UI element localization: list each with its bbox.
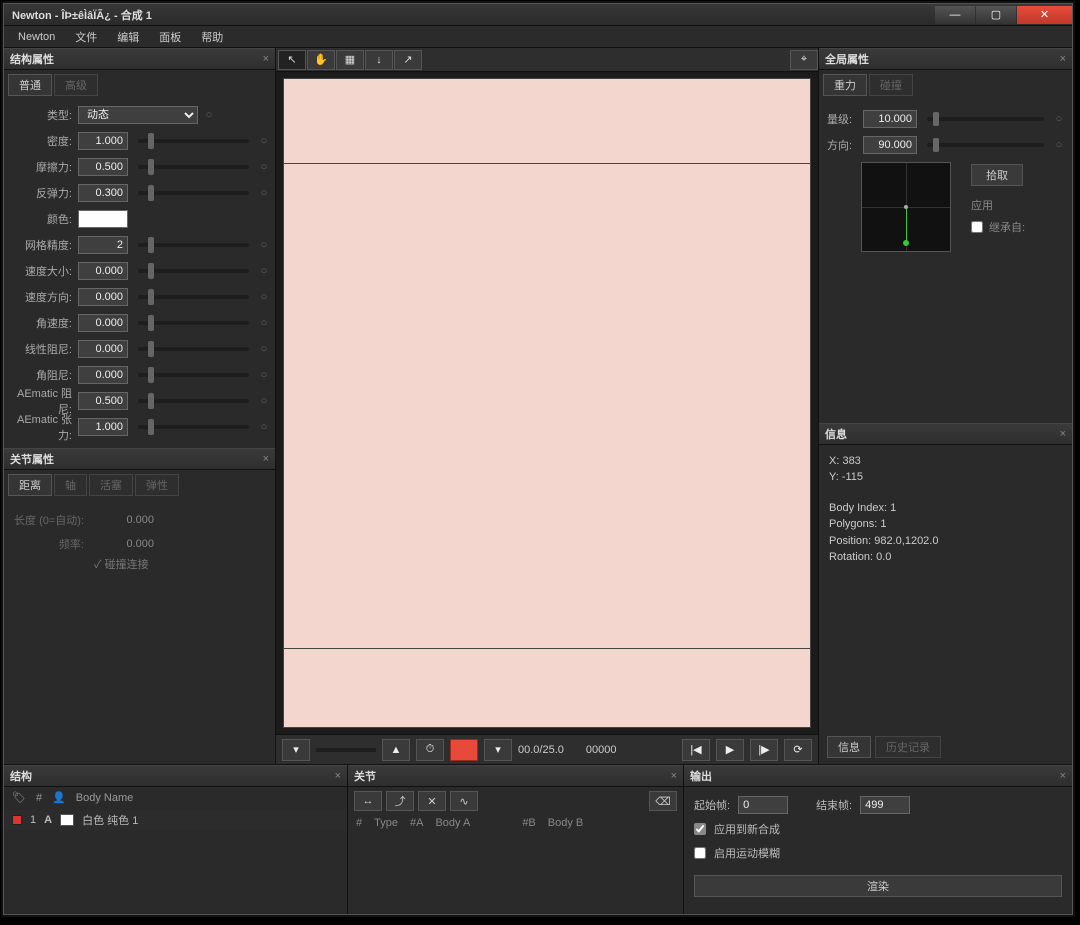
density-slider[interactable] [138, 139, 249, 143]
color-swatch[interactable] [78, 210, 128, 228]
close-icon[interactable]: × [263, 453, 269, 465]
menu-newton[interactable]: Newton [10, 29, 63, 45]
tab-collision[interactable]: 碰撞 [869, 74, 913, 96]
inherit-checkbox[interactable] [971, 221, 983, 233]
zoom-menu-icon[interactable]: ▾ [282, 739, 310, 761]
end-frame-input[interactable]: 499 [860, 796, 910, 814]
grid-tool-icon[interactable]: ▦ [336, 50, 364, 70]
tag-icon[interactable]: 🏷 [12, 791, 26, 804]
go-start-button[interactable]: |◀ [682, 739, 710, 761]
apply-new-comp-checkbox[interactable] [694, 823, 706, 835]
timeline-bar: ▾ ▲ ⏱ ▾ 00.0/25.0 00000 |◀ ▶ |▶ ⟳ [276, 734, 818, 764]
menu-panel[interactable]: 面板 [151, 27, 189, 47]
pick-button[interactable]: 拾取 [971, 164, 1023, 186]
delete-joint-icon[interactable]: ⌫ [649, 791, 677, 811]
check-icon: ✓ [94, 559, 102, 571]
close-icon[interactable]: × [335, 770, 341, 782]
friction-input[interactable]: 0.500 [78, 158, 128, 176]
body-color-swatch [12, 815, 22, 825]
menu-bar: Newton 文件 编辑 面板 帮助 [4, 26, 1072, 48]
tab-basic[interactable]: 普通 [8, 74, 52, 96]
close-icon[interactable]: × [1060, 428, 1066, 440]
mesh-slider[interactable] [138, 243, 249, 247]
close-button[interactable]: ✕ [1017, 6, 1072, 24]
close-icon[interactable]: × [1060, 770, 1066, 782]
direction-slider[interactable] [927, 143, 1044, 147]
body-row[interactable]: 1 A 白色 纯色 1 [4, 810, 347, 830]
friction-slider[interactable] [138, 165, 249, 169]
hand-tool-icon[interactable]: ✋ [307, 50, 335, 70]
viewport-toolbar: ↖ ✋ ▦ ↓ ↗ ⌖ [276, 48, 818, 72]
joint-pivot-icon[interactable]: ⤴ [386, 791, 414, 811]
close-icon[interactable]: × [1060, 53, 1066, 65]
close-icon[interactable]: × [671, 770, 677, 782]
play-button[interactable]: ▶ [716, 739, 744, 761]
keyframe-icon[interactable]: ○ [204, 109, 214, 121]
info-header: 信息 × [819, 423, 1072, 445]
menu-file[interactable]: 文件 [67, 27, 105, 47]
struct-list-header: 结构 × [4, 765, 347, 787]
menu-edit[interactable]: 编辑 [109, 27, 147, 47]
window-title: Newton - ÎÞ±êÌâÏÃ¿ - 合成 1 [12, 7, 152, 23]
tab-history[interactable]: 历史记录 [875, 736, 941, 758]
camera-icon[interactable]: ▾ [484, 739, 512, 761]
snap-icon[interactable]: ⌖ [790, 50, 818, 70]
pointer-tool-icon[interactable]: ↖ [278, 50, 306, 70]
record-button[interactable] [450, 739, 478, 761]
close-icon[interactable]: × [263, 53, 269, 65]
joints-list-header: 关节 × [348, 765, 683, 787]
info-body: X: 383 Y: -115 Body Index: 1 Polygons: 1… [819, 445, 1072, 574]
tab-info[interactable]: 信息 [827, 736, 871, 758]
global-props-header: 全局属性 × [819, 48, 1072, 70]
type-select[interactable]: 动态 [78, 106, 198, 124]
fps-readout: 00.0/25.0 [518, 744, 564, 756]
zoom-slider[interactable] [316, 748, 376, 752]
frame-readout: 00000 [586, 744, 617, 756]
motion-blur-checkbox[interactable] [694, 847, 706, 859]
struct-props-header: 结构属性 × [4, 48, 275, 70]
download-icon[interactable]: ↓ [365, 50, 393, 70]
apply-label: 应用 [971, 194, 1025, 216]
canvas[interactable] [283, 78, 811, 728]
density-input[interactable]: 1.000 [78, 132, 128, 150]
menu-help[interactable]: 帮助 [193, 27, 231, 47]
fit-icon[interactable]: ▲ [382, 739, 410, 761]
type-label: 类型: [10, 107, 72, 123]
bounce-input[interactable]: 0.300 [78, 184, 128, 202]
expand-icon[interactable]: ↗ [394, 50, 422, 70]
layer-swatch [60, 814, 74, 826]
viewport[interactable] [276, 72, 818, 734]
maximize-button[interactable]: ▢ [976, 6, 1016, 24]
magnitude-slider[interactable] [927, 117, 1044, 121]
start-frame-input[interactable]: 0 [738, 796, 788, 814]
minimize-button[interactable]: — [935, 6, 975, 24]
loop-button[interactable]: ⟳ [784, 739, 812, 761]
direction-input[interactable]: 90.000 [863, 136, 917, 154]
direction-scope[interactable] [861, 162, 951, 252]
step-button[interactable]: |▶ [750, 739, 778, 761]
magnitude-input[interactable]: 10.000 [863, 110, 917, 128]
user-icon: 👤 [52, 791, 66, 804]
render-button[interactable]: 渲染 [694, 875, 1062, 897]
joint-distance-icon[interactable]: ↔ [354, 791, 382, 811]
bounce-slider[interactable] [138, 191, 249, 195]
joint-piston-icon[interactable]: ✕ [418, 791, 446, 811]
tab-advanced[interactable]: 高级 [54, 74, 98, 96]
tab-gravity[interactable]: 重力 [823, 74, 867, 96]
output-header: 输出 × [684, 765, 1072, 787]
tab-distance[interactable]: 距离 [8, 474, 52, 496]
mesh-input[interactable]: 2 [78, 236, 128, 254]
joint-props-header: 关节属性 × [4, 448, 275, 470]
clock-icon[interactable]: ⏱ [416, 739, 444, 761]
joint-spring-icon[interactable]: ∿ [450, 791, 478, 811]
title-bar: Newton - ÎÞ±êÌâÏÃ¿ - 合成 1 — ▢ ✕ [4, 4, 1072, 26]
